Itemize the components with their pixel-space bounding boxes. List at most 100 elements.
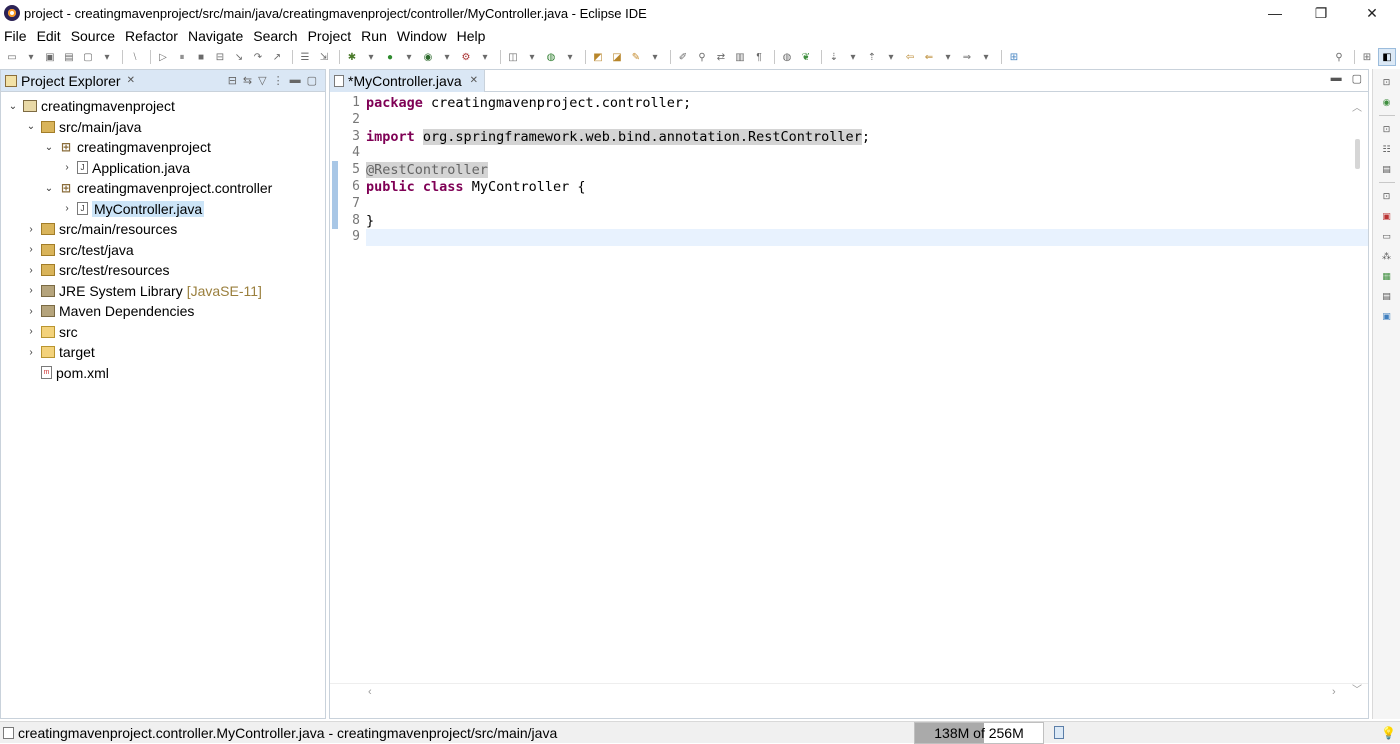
java-perspective-icon[interactable]: ◧ (1378, 48, 1396, 66)
tree-item[interactable]: › src (1, 322, 325, 343)
new-class-icon[interactable]: ◍ (543, 50, 559, 64)
search-icon[interactable]: ✎ (628, 50, 644, 64)
open-task-icon[interactable]: ◪ (609, 50, 625, 64)
code-line[interactable] (366, 145, 1368, 162)
minimize-view-icon[interactable]: ▬ (290, 74, 301, 87)
menu-edit[interactable]: Edit (37, 28, 61, 44)
chevron-right-icon[interactable]: › (25, 326, 37, 337)
tree-item[interactable]: ⌄ creatingmavenproject (1, 96, 325, 117)
open-type-icon[interactable]: ◩ (590, 50, 606, 64)
step-over-icon[interactable]: ↷ (250, 50, 266, 64)
new-icon[interactable]: ▭ (4, 50, 20, 64)
code-line[interactable] (366, 196, 1368, 213)
back-dropdown-icon[interactable]: ▾ (940, 50, 956, 64)
debug-dropdown-icon[interactable]: ▾ (363, 50, 379, 64)
new-class-dropdown-icon[interactable]: ▾ (562, 50, 578, 64)
servers-icon[interactable]: ▦ (1380, 269, 1394, 283)
terminate-icon[interactable]: ■ (193, 50, 209, 64)
chevron-right-icon[interactable]: › (25, 224, 37, 235)
search-dropdown-icon[interactable]: ▾ (647, 50, 663, 64)
close-window-button[interactable]: ✕ (1344, 0, 1400, 26)
menu-refactor[interactable]: Refactor (125, 28, 178, 44)
tree-item[interactable]: ⌄ ⊞ creatingmavenproject (1, 137, 325, 158)
horizontal-scrollbar[interactable]: ‹ › (330, 683, 1368, 701)
garbage-collect-icon[interactable] (1054, 726, 1064, 739)
save-all-icon[interactable]: ▤ (61, 50, 77, 64)
heap-status[interactable]: 138M of 256M (914, 722, 1044, 744)
use-step-filters-icon[interactable]: ⇲ (316, 50, 332, 64)
tree-item[interactable]: › src/test/java (1, 240, 325, 261)
last-edit-location-icon[interactable]: ⇦ (902, 50, 918, 64)
maximize-button[interactable]: ❐ (1298, 0, 1344, 26)
spring-boot-dashboard-icon[interactable]: ◉ (1380, 95, 1394, 109)
maximize-view-icon[interactable]: ▢ (307, 74, 317, 87)
code-line[interactable] (366, 229, 1368, 247)
tree-item[interactable]: › src/main/resources (1, 219, 325, 240)
save-icon[interactable]: ▣ (42, 50, 58, 64)
collapse-all-icon[interactable]: ⊟ (228, 74, 237, 87)
outline-icon[interactable]: ☷ (1380, 142, 1394, 156)
scroll-up-icon[interactable]: ︿ (1352, 99, 1362, 114)
code-line[interactable]: package creatingmavenproject.controller; (366, 95, 1368, 112)
menu-help[interactable]: Help (457, 28, 486, 44)
chevron-right-icon[interactable]: › (25, 244, 37, 255)
tip-bulb-icon[interactable]: 💡 (1381, 726, 1396, 740)
tree-item[interactable]: › src/test/resources (1, 260, 325, 281)
tree-item[interactable]: › target (1, 342, 325, 363)
suspend-icon[interactable]: ⏸ (174, 50, 190, 64)
chevron-down-icon[interactable]: ⌄ (43, 142, 55, 153)
close-view-icon[interactable]: ✕ (127, 75, 135, 86)
toggle-mark-occurrences-icon[interactable]: ✐ (675, 50, 691, 64)
chevron-down-icon[interactable]: ⌄ (43, 183, 55, 194)
scroll-right-icon[interactable]: › (1332, 686, 1336, 698)
tree-item[interactable]: › J MyController.java (1, 199, 325, 220)
menu-source[interactable]: Source (71, 28, 115, 44)
tree-item[interactable]: › Maven Dependencies (1, 301, 325, 322)
new-java-project-dropdown-icon[interactable]: ▾ (524, 50, 540, 64)
external-tools-dropdown-icon[interactable]: ▾ (477, 50, 493, 64)
run-dropdown-icon[interactable]: ▾ (401, 50, 417, 64)
vertical-scrollbar[interactable]: ︿ ﹀ (1346, 93, 1368, 701)
run-icon[interactable]: ● (382, 50, 398, 64)
restore-view-icon[interactable]: ⊡ (1380, 189, 1394, 203)
forward-dropdown-icon[interactable]: ▾ (978, 50, 994, 64)
task-list-icon[interactable]: ▤ (1380, 162, 1394, 176)
step-return-icon[interactable]: ↗ (269, 50, 285, 64)
chevron-right-icon[interactable]: › (25, 285, 37, 296)
forward-icon[interactable]: ⇒ (959, 50, 975, 64)
previous-annotation-dropdown-icon[interactable]: ▾ (883, 50, 899, 64)
next-annotation-icon[interactable]: ⇣ (826, 50, 842, 64)
step-into-icon[interactable]: ↘ (231, 50, 247, 64)
link-with-editor-icon[interactable]: ⇆ (243, 74, 252, 87)
declaration-icon[interactable]: ⁂ (1380, 249, 1394, 263)
drop-to-frame-icon[interactable]: ☰ (297, 50, 313, 64)
chevron-down-icon[interactable]: ⌄ (7, 101, 19, 112)
code-line[interactable]: import org.springframework.web.bind.anno… (366, 128, 1368, 146)
console-icon[interactable]: ▢ (80, 50, 96, 64)
open-perspective-icon[interactable]: ⊞ (1359, 50, 1375, 64)
source-code[interactable]: package creatingmavenproject.controller;… (366, 95, 1368, 247)
quick-access-search-icon[interactable]: ⚲ (1331, 50, 1347, 64)
scroll-left-icon[interactable]: ‹ (368, 686, 372, 698)
code-line[interactable]: } (366, 213, 1368, 230)
view-menu-icon[interactable]: ⋮ (273, 74, 284, 87)
tree-item[interactable]: › JRE System Library [JavaSE-11] (1, 281, 325, 302)
editor-tab-mycontroller[interactable]: *MyController.java ✕ (330, 69, 485, 92)
coverage-dropdown-icon[interactable]: ▾ (439, 50, 455, 64)
tree-item[interactable]: ⌄ ⊞ creatingmavenproject.controller (1, 178, 325, 199)
word-wrap-icon[interactable]: ⇄ (713, 50, 729, 64)
maximize-editor-icon[interactable]: ▢ (1352, 72, 1362, 85)
tree-item[interactable]: ⌄ src/main/java (1, 117, 325, 138)
new-dropdown-icon[interactable]: ▾ (23, 50, 39, 64)
spring-icon[interactable]: ❦ (798, 50, 814, 64)
previous-annotation-icon[interactable]: ⇡ (864, 50, 880, 64)
chevron-right-icon[interactable]: › (61, 162, 73, 173)
code-line[interactable] (366, 112, 1368, 129)
next-annotation-dropdown-icon[interactable]: ▾ (845, 50, 861, 64)
show-whitespace-icon[interactable]: ¶ (751, 50, 767, 64)
coverage-icon[interactable]: ◉ (420, 50, 436, 64)
minimize-editor-icon[interactable]: ▬ (1331, 72, 1342, 85)
pin-editor-icon[interactable]: ⊞ (1006, 50, 1022, 64)
chevron-right-icon[interactable]: › (25, 265, 37, 276)
close-tab-icon[interactable]: ✕ (470, 75, 478, 86)
